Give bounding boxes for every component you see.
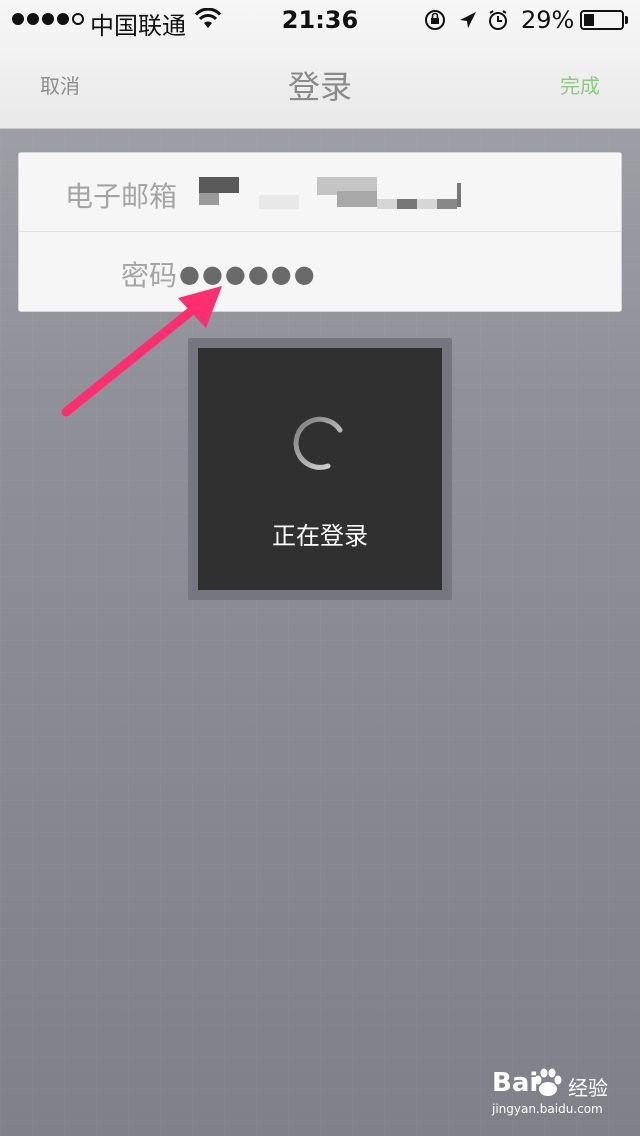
- done-button[interactable]: 完成: [560, 70, 600, 99]
- loading-message: 正在登录: [272, 522, 368, 550]
- loading-hud: 正在登录: [198, 348, 442, 590]
- pixel-block: [337, 191, 377, 207]
- pixel-block: [199, 193, 219, 205]
- pixel-block: [437, 199, 457, 209]
- baidu-paw-icon: [534, 1068, 562, 1096]
- pixel-block: [397, 199, 417, 209]
- page-title: 登录: [287, 68, 352, 106]
- email-row[interactable]: 电子邮箱: [19, 153, 621, 232]
- alarm-icon: [489, 10, 507, 30]
- battery-nub: [625, 16, 628, 24]
- battery-fill: [584, 14, 594, 26]
- baidu-watermark: Bai 经验 jingyan.baidu.com: [492, 1068, 632, 1124]
- battery-icon: [580, 10, 628, 30]
- pixel-block: [199, 177, 239, 193]
- status-icons: [425, 10, 507, 30]
- rotation-lock-icon: [425, 10, 445, 30]
- watermark-url: jingyan.baidu.com: [492, 1102, 603, 1116]
- pixel-block: [457, 183, 461, 207]
- email-label: 电子邮箱: [64, 180, 177, 213]
- watermark-brand-cn: 经验: [568, 1076, 608, 1100]
- status-bar: 中国联通 21:36 29%: [0, 0, 640, 40]
- loading-spinner-icon: [293, 416, 343, 470]
- pixel-block: [259, 195, 299, 209]
- email-field-pixelated[interactable]: [179, 173, 479, 213]
- battery-percent: 29%: [521, 6, 575, 34]
- top-bar: 中国联通 21:36 29% 取消 登录 完成: [0, 0, 640, 129]
- location-icon: [460, 12, 476, 28]
